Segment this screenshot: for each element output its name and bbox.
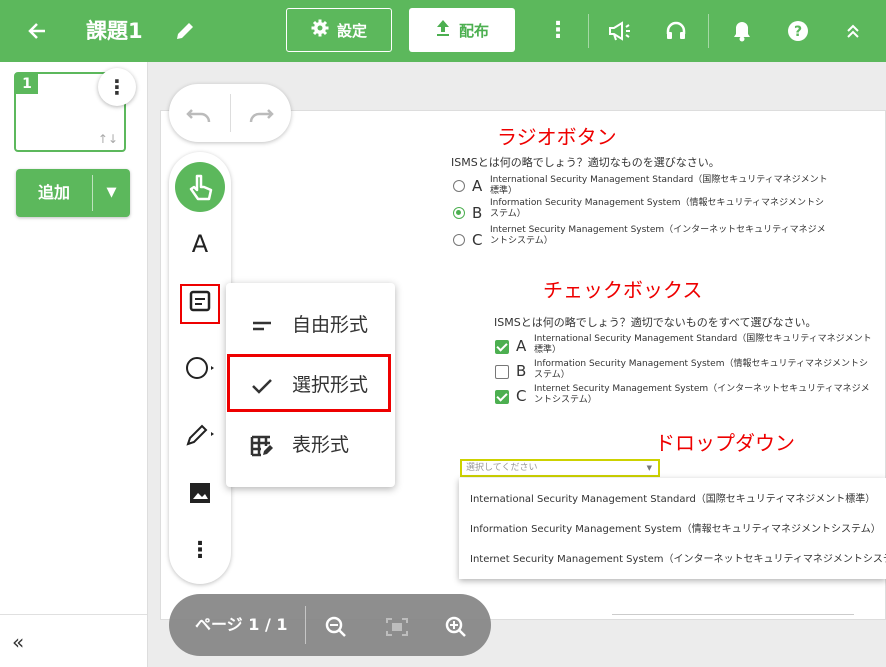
option-text: Information Security Management System（情… xyxy=(490,198,824,219)
option-letter-a: A xyxy=(516,337,527,355)
dropdown-option[interactable]: Internet Security Management System（インター… xyxy=(470,550,886,565)
page-number-badge: 1 xyxy=(16,74,38,94)
pointer-tool-button[interactable] xyxy=(175,162,225,212)
dropdown-select[interactable]: 選択してください ▼ xyxy=(460,459,660,477)
radio-option-b[interactable] xyxy=(453,207,465,219)
tool-palette: A ⋮ xyxy=(169,152,231,584)
help-icon[interactable]: ? xyxy=(782,0,814,62)
menu-item-free-form[interactable]: 自由形式 xyxy=(226,295,395,355)
checkbox-section-heading: チェックボックス xyxy=(543,278,703,302)
checkbox-option-c[interactable] xyxy=(495,390,509,404)
option-text: International Security Management Standa… xyxy=(534,334,872,355)
sidebar-divider xyxy=(0,614,147,615)
back-arrow-icon[interactable] xyxy=(22,0,52,62)
radio-section-heading: ラジオボタン xyxy=(497,125,617,149)
megaphone-icon[interactable] xyxy=(604,0,636,62)
zoom-in-icon[interactable] xyxy=(445,594,467,656)
option-text: Internet Security Management System（インター… xyxy=(534,384,870,405)
dropdown-option[interactable]: Information Security Management System（情… xyxy=(470,520,881,535)
settings-label: 設定 xyxy=(336,21,367,40)
page-indicator: ページ 1 / 1 xyxy=(195,615,288,634)
page-thumbnail[interactable]: 1 ⋮ ↑↓ xyxy=(14,68,136,152)
option-text: Internet Security Management System（インター… xyxy=(490,225,826,246)
menu-item-label: 自由形式 xyxy=(292,314,369,336)
add-page-button[interactable]: 追加 ▼ xyxy=(16,169,130,217)
page-sidebar: 1 ⋮ ↑↓ 追加 ▼ « xyxy=(0,62,148,667)
selected-menu-highlight xyxy=(227,354,391,412)
checkbox-option-a[interactable] xyxy=(495,340,509,354)
dropdown-option[interactable]: International Security Management Standa… xyxy=(470,490,875,505)
fit-screen-icon[interactable] xyxy=(385,594,409,656)
radio-question: ISMSとは何の略でしょう？適切なものを選びなさい。 xyxy=(451,156,720,169)
add-label: 追加 xyxy=(37,183,70,202)
undo-redo-bar xyxy=(169,84,291,142)
option-letter-c: C xyxy=(472,231,483,249)
checkbox-question: ISMSとは何の略でしょう？適切でないものをすべて選びなさい。 xyxy=(494,316,817,329)
collapse-sidebar-icon[interactable]: « xyxy=(12,630,24,654)
assignment-title: 課題1 xyxy=(86,19,143,43)
radio-option-c[interactable] xyxy=(453,234,465,246)
short-text-icon xyxy=(246,295,278,355)
distribute-button[interactable]: 配布 xyxy=(409,8,515,52)
caret-down-icon: ▼ xyxy=(646,464,652,472)
option-letter-b: B xyxy=(472,204,483,222)
more-vert-icon[interactable]: ⋮ xyxy=(98,68,136,106)
canvas-rule xyxy=(612,614,854,615)
more-vert-icon[interactable]: ⋮ xyxy=(169,538,231,563)
pen-tool-icon[interactable] xyxy=(169,420,231,452)
image-tool-icon[interactable] xyxy=(169,482,231,508)
more-vert-icon[interactable]: ⋮ xyxy=(546,0,570,62)
pencil-icon[interactable] xyxy=(168,0,202,62)
header-divider xyxy=(588,14,589,48)
headset-icon[interactable] xyxy=(660,0,692,62)
bell-icon[interactable] xyxy=(726,0,758,62)
option-letter-c: C xyxy=(516,387,527,405)
upload-icon xyxy=(435,19,451,41)
zoom-bar: ページ 1 / 1 xyxy=(169,594,491,656)
redo-icon[interactable] xyxy=(231,84,291,142)
option-letter-b: B xyxy=(516,362,527,380)
distribute-label: 配布 xyxy=(458,21,489,40)
menu-item-label: 表形式 xyxy=(292,434,350,456)
checkbox-option-b[interactable] xyxy=(495,365,509,379)
sort-icon[interactable]: ↑↓ xyxy=(98,132,118,146)
dropdown-section-heading: ドロップダウン xyxy=(655,431,795,455)
chevron-up-icon[interactable] xyxy=(838,0,868,62)
app-header: 課題1 設定 配布 ⋮ ? xyxy=(0,0,886,62)
dropdown-placeholder: 選択してください xyxy=(466,463,538,473)
svg-text:?: ? xyxy=(794,24,802,40)
zoom-divider xyxy=(305,606,306,644)
text-tool-button[interactable]: A xyxy=(169,230,231,258)
radio-option-a[interactable] xyxy=(453,180,465,192)
menu-item-table-form[interactable]: 表形式 xyxy=(226,415,395,475)
dropdown-options-list: International Security Management Standa… xyxy=(459,478,886,579)
option-letter-a: A xyxy=(472,177,483,195)
table-edit-icon xyxy=(246,415,278,475)
settings-button[interactable]: 設定 xyxy=(286,8,392,52)
active-tool-highlight xyxy=(180,284,220,324)
caret-down-icon[interactable]: ▼ xyxy=(93,169,130,217)
header-divider-2 xyxy=(708,14,709,48)
option-text: Information Security Management System（情… xyxy=(534,359,868,380)
zoom-out-icon[interactable] xyxy=(325,594,347,656)
shape-tool-icon[interactable] xyxy=(169,354,231,386)
option-text: International Security Management Standa… xyxy=(490,175,828,196)
undo-icon[interactable] xyxy=(169,84,229,142)
gear-icon xyxy=(311,19,329,41)
